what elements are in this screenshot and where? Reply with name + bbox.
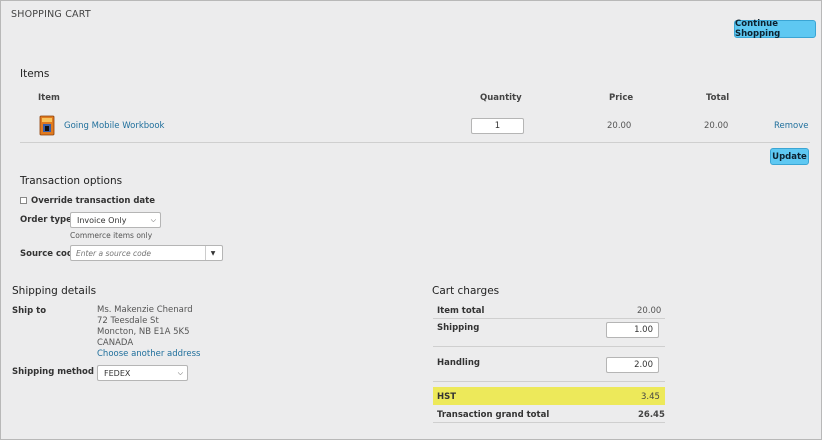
address-line: Ms. Makenzie Chenard xyxy=(97,305,193,315)
col-item: Item xyxy=(38,93,60,103)
shipping-charge-input[interactable]: 1.00 xyxy=(606,322,659,338)
item-name-link[interactable]: Going Mobile Workbook xyxy=(64,121,164,131)
items-divider xyxy=(20,142,810,143)
ship-to-address: Ms. Makenzie Chenard 72 Teesdale St Monc… xyxy=(97,305,200,360)
hst-row: HST 3.45 xyxy=(433,387,665,405)
shipping-details-heading: Shipping details xyxy=(12,285,97,297)
cart-charges-heading: Cart charges xyxy=(432,285,500,297)
shipping-method-value: FEDEX xyxy=(104,368,131,378)
order-type-hint: Commerce items only xyxy=(70,231,153,240)
source-code-field[interactable]: ▼ xyxy=(70,245,223,261)
col-total: Total xyxy=(706,93,730,103)
shipping-method-label: Shipping method xyxy=(12,367,94,377)
handling-charge-input[interactable]: 2.00 xyxy=(606,357,659,373)
book-thumbnail-icon xyxy=(39,115,56,136)
page-title: SHOPPING CART xyxy=(11,9,91,20)
remove-link[interactable]: Remove xyxy=(774,121,809,131)
hst-label: HST xyxy=(437,392,457,402)
chevron-down-icon: ⌵ xyxy=(150,215,156,224)
source-code-input[interactable] xyxy=(71,246,205,260)
charges-divider xyxy=(433,422,665,423)
choose-another-address-link[interactable]: Choose another address xyxy=(97,349,200,360)
grand-total-value: 26.45 xyxy=(638,410,665,420)
charges-divider xyxy=(433,346,665,347)
hst-value: 3.45 xyxy=(641,392,660,402)
grand-total-label: Transaction grand total xyxy=(437,410,550,420)
ship-to-label: Ship to xyxy=(12,306,47,316)
cart-page: SHOPPING CART Continue Shopping Items It… xyxy=(0,0,822,440)
order-type-value: Invoice Only xyxy=(77,215,127,225)
col-quantity: Quantity xyxy=(480,93,522,103)
address-line: CANADA xyxy=(97,338,134,348)
item-total-value: 20.00 xyxy=(637,306,662,316)
charges-divider xyxy=(433,381,665,382)
item-total: 20.00 xyxy=(704,121,729,131)
chevron-down-icon: ⌵ xyxy=(177,368,183,377)
transaction-options-heading: Transaction options xyxy=(20,175,123,187)
quantity-input[interactable]: 1 xyxy=(471,118,524,134)
handling-charge-label: Handling xyxy=(437,358,480,368)
items-heading: Items xyxy=(20,68,50,80)
address-line: 72 Teesdale St xyxy=(97,316,159,326)
override-date-checkbox[interactable] xyxy=(20,197,27,204)
order-type-select[interactable]: Invoice Only ⌵ xyxy=(70,212,161,228)
address-line: Moncton, NB E1A 5K5 xyxy=(97,327,190,337)
shipping-charge-label: Shipping xyxy=(437,323,480,333)
shipping-method-select[interactable]: FEDEX ⌵ xyxy=(97,365,188,381)
dropdown-arrow-icon[interactable]: ▼ xyxy=(205,246,220,260)
charges-divider xyxy=(433,318,665,319)
override-date-label: Override transaction date xyxy=(31,196,155,206)
col-price: Price xyxy=(609,93,634,103)
continue-shopping-button[interactable]: Continue Shopping xyxy=(734,19,816,39)
order-type-label: Order type xyxy=(20,215,72,225)
update-button[interactable]: Update xyxy=(770,148,809,165)
item-total-label: Item total xyxy=(437,306,485,316)
item-price: 20.00 xyxy=(607,121,632,131)
